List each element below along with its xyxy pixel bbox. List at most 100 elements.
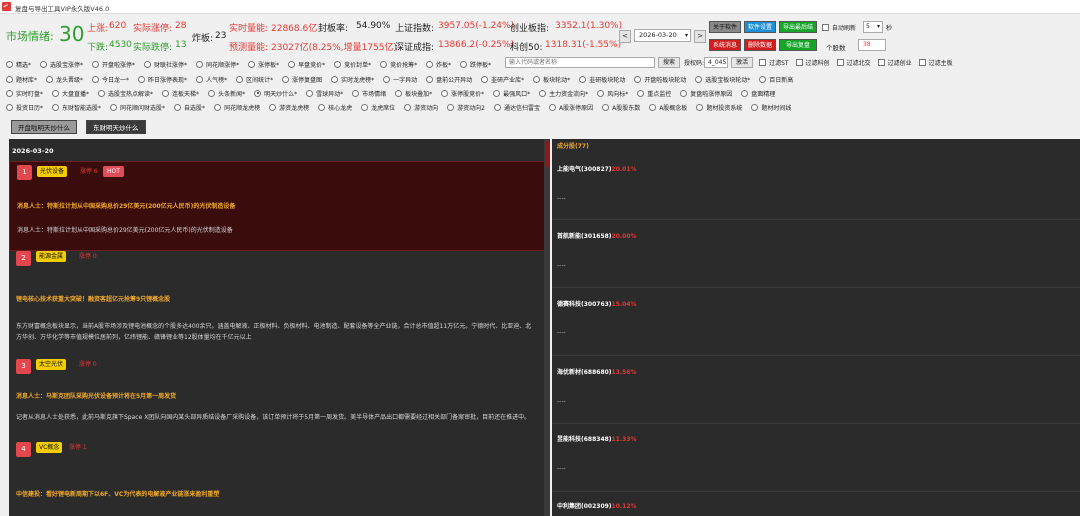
filter-option[interactable]: 竞价封单*	[334, 58, 371, 70]
radio-icon[interactable]	[269, 103, 277, 111]
radio-icon[interactable]	[248, 60, 256, 68]
radio-icon[interactable]	[696, 103, 704, 111]
filter-option[interactable]: 游资动向	[404, 101, 438, 113]
filter-option[interactable]: 百日新高	[759, 73, 793, 85]
radio-icon[interactable]	[318, 103, 326, 111]
settings-button[interactable]: 软件设置	[744, 21, 776, 33]
filter-option[interactable]: A股股东数	[602, 101, 640, 113]
radio-icon[interactable]	[695, 75, 703, 83]
filter-option[interactable]: 涨停复盘图	[282, 73, 322, 85]
news-item[interactable]: 3 太空光伏 涨停 0 消息人士：马斯克团队采购光伏设备预计将在5月第一周发货 …	[9, 359, 548, 441]
checkbox-icon[interactable]	[836, 59, 844, 66]
tab-kaipanla[interactable]: 开盘啦明天炒什么	[11, 120, 77, 134]
radio-icon[interactable]	[254, 89, 262, 97]
auto-refresh-checkbox[interactable]	[822, 24, 829, 31]
filter-checkbox[interactable]: 过滤创业	[877, 58, 912, 67]
filter-option[interactable]: 炸板*	[426, 58, 451, 70]
stock-item[interactable]: 昱能科技(688348)11.33%	[557, 434, 637, 443]
filter-option[interactable]: 盘面精理	[741, 87, 775, 99]
radio-icon[interactable]	[174, 103, 182, 111]
radio-icon[interactable]	[352, 89, 360, 97]
auth-code-input[interactable]: 4_045	[704, 57, 729, 68]
stock-count-input[interactable]: 38	[858, 39, 886, 51]
radio-icon[interactable]	[52, 103, 60, 111]
prev-date-button[interactable]: <	[619, 30, 631, 43]
filter-option[interactable]: 精选*	[6, 58, 31, 70]
stock-item[interactable]: 上能电气(300827)20.01%	[557, 164, 637, 173]
radio-icon[interactable]	[493, 103, 501, 111]
radio-icon[interactable]	[6, 60, 13, 68]
radio-icon[interactable]	[637, 89, 645, 97]
filter-option[interactable]: 题材时间线	[751, 101, 791, 113]
filter-option[interactable]: 连板天梯*	[162, 87, 199, 99]
sector-tag[interactable]: 能源金属	[36, 251, 67, 262]
radio-icon[interactable]	[196, 75, 204, 83]
radio-icon[interactable]	[306, 89, 314, 97]
export-review-button[interactable]: 导出复盘	[779, 39, 817, 51]
delete-data-button[interactable]: 删除数据	[744, 39, 776, 51]
news-item[interactable]: 1 光伏设备 涨停 6 HOT 消息人士：特斯拉计划从中国采购总价29亿美元(2…	[9, 161, 548, 251]
radio-icon[interactable]	[380, 60, 388, 68]
radio-icon[interactable]	[441, 89, 449, 97]
checkbox-icon[interactable]	[795, 59, 803, 66]
filter-option[interactable]: 雪球异动*	[306, 87, 343, 99]
filter-option[interactable]: 题材库*	[6, 73, 37, 85]
filter-option[interactable]: 龙头晋级*	[46, 73, 83, 85]
radio-icon[interactable]	[493, 89, 501, 97]
radio-icon[interactable]	[40, 60, 48, 68]
filter-option[interactable]: 选股宝涨停*	[40, 58, 83, 70]
sector-tag[interactable]: 光伏设备	[37, 166, 68, 177]
filter-checkbox[interactable]: 过滤ST	[759, 58, 789, 67]
filter-option[interactable]: 龙虎席位	[361, 101, 395, 113]
filter-option[interactable]: 早盘竞价*	[288, 58, 325, 70]
filter-option[interactable]: 核心龙虎	[318, 101, 352, 113]
radio-icon[interactable]	[52, 89, 60, 97]
activate-button[interactable]: 激活	[731, 57, 754, 68]
radio-icon[interactable]	[6, 75, 13, 83]
radio-icon[interactable]	[548, 103, 556, 111]
radio-icon[interactable]	[649, 103, 657, 111]
filter-option[interactable]: 选股宝热点解读*	[98, 87, 153, 99]
search-button[interactable]: 搜索	[658, 57, 681, 68]
filter-option[interactable]: 人气榜*	[196, 73, 227, 85]
filter-option[interactable]: 区间统计*	[236, 73, 273, 85]
stock-item[interactable]: 德赛科技(300763)15.04%	[557, 299, 637, 308]
filter-option[interactable]: 重点监控	[637, 87, 671, 99]
sector-tag[interactable]: VC概念	[36, 442, 63, 453]
radio-icon[interactable]	[6, 89, 13, 97]
filter-option[interactable]: 财联社涨停*	[144, 58, 187, 70]
radio-icon[interactable]	[208, 89, 216, 97]
radio-icon[interactable]	[334, 60, 342, 68]
filter-option[interactable]: 风向标*	[597, 87, 628, 99]
date-picker[interactable]: 2026-03-20 ▾	[634, 29, 691, 42]
filter-option[interactable]: A股涨停原因	[548, 101, 593, 113]
radio-icon[interactable]	[98, 89, 106, 97]
filter-option[interactable]: 韭研产业库*	[481, 73, 524, 85]
filter-option[interactable]: 东财智能选股*	[52, 101, 101, 113]
export-button[interactable]: 导出最后结	[779, 21, 817, 33]
filter-option[interactable]: 复盘啦涨停原因	[680, 87, 732, 99]
radio-icon[interactable]	[361, 103, 369, 111]
radio-icon[interactable]	[426, 60, 434, 68]
auto-refresh-select[interactable]: 5 ▾	[863, 21, 883, 33]
filter-option[interactable]: 主力资金流向*	[539, 87, 588, 99]
filter-option[interactable]: 韭研板块轮动	[579, 73, 625, 85]
filter-option[interactable]: 实时龙虎榜*	[331, 73, 374, 85]
radio-icon[interactable]	[751, 103, 759, 111]
radio-icon[interactable]	[447, 103, 455, 111]
radio-icon[interactable]	[579, 75, 587, 83]
scrollbar-thumb[interactable]	[545, 141, 549, 167]
filter-option[interactable]: 实时盯盘*	[6, 87, 43, 99]
filter-option[interactable]: 头条新闻*	[208, 87, 245, 99]
filter-checkbox[interactable]: 过滤主板	[918, 58, 953, 67]
radio-icon[interactable]	[92, 60, 100, 68]
filter-option[interactable]: 游资龙虎榜	[269, 101, 309, 113]
filter-option[interactable]: 开盘啦板块轮动	[634, 73, 686, 85]
sector-tag[interactable]: 太空光伏	[36, 359, 67, 370]
radio-icon[interactable]	[46, 75, 54, 83]
radio-icon[interactable]	[196, 60, 204, 68]
filter-option[interactable]: 自选股*	[174, 101, 205, 113]
radio-icon[interactable]	[331, 75, 339, 83]
radio-icon[interactable]	[383, 75, 391, 83]
radio-icon[interactable]	[481, 75, 489, 83]
